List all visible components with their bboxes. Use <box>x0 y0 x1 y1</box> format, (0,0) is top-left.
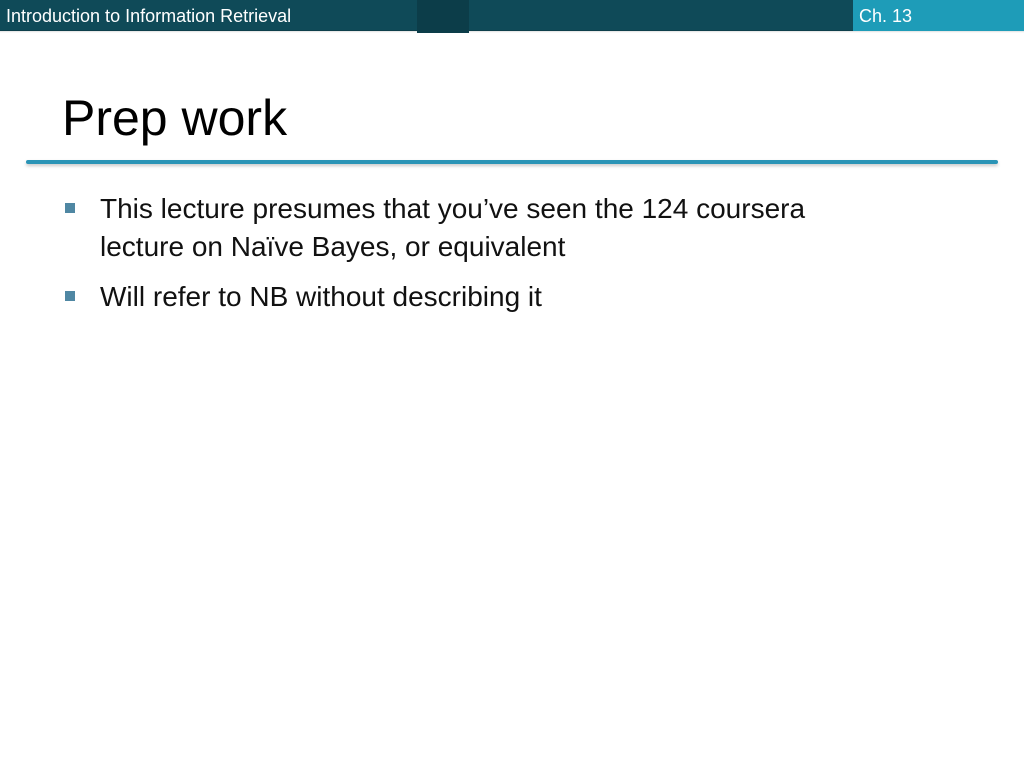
bullet-text: Will refer to NB without describing it <box>100 281 542 312</box>
slide-title: Prep work <box>62 90 288 146</box>
bullet-text: This lecture presumes that you’ve seen t… <box>100 193 806 262</box>
chapter-label: Ch. 13 <box>859 6 913 26</box>
course-title: Introduction to Information Retrieval <box>6 6 292 26</box>
bullet-item: This lecture presumes that you’ve seen t… <box>62 190 862 266</box>
square-bullet-icon <box>65 291 75 301</box>
bullet-item: Will refer to NB without describing it <box>62 278 862 316</box>
square-bullet-icon <box>65 203 75 213</box>
slide: Introduction to Information Retrieval Ch… <box>0 0 1024 768</box>
title-underline <box>26 160 998 164</box>
header-divider <box>417 0 469 33</box>
bullet-list: This lecture presumes that you’ve seen t… <box>62 190 862 328</box>
chapter-box: Ch. 13 <box>853 0 1024 31</box>
